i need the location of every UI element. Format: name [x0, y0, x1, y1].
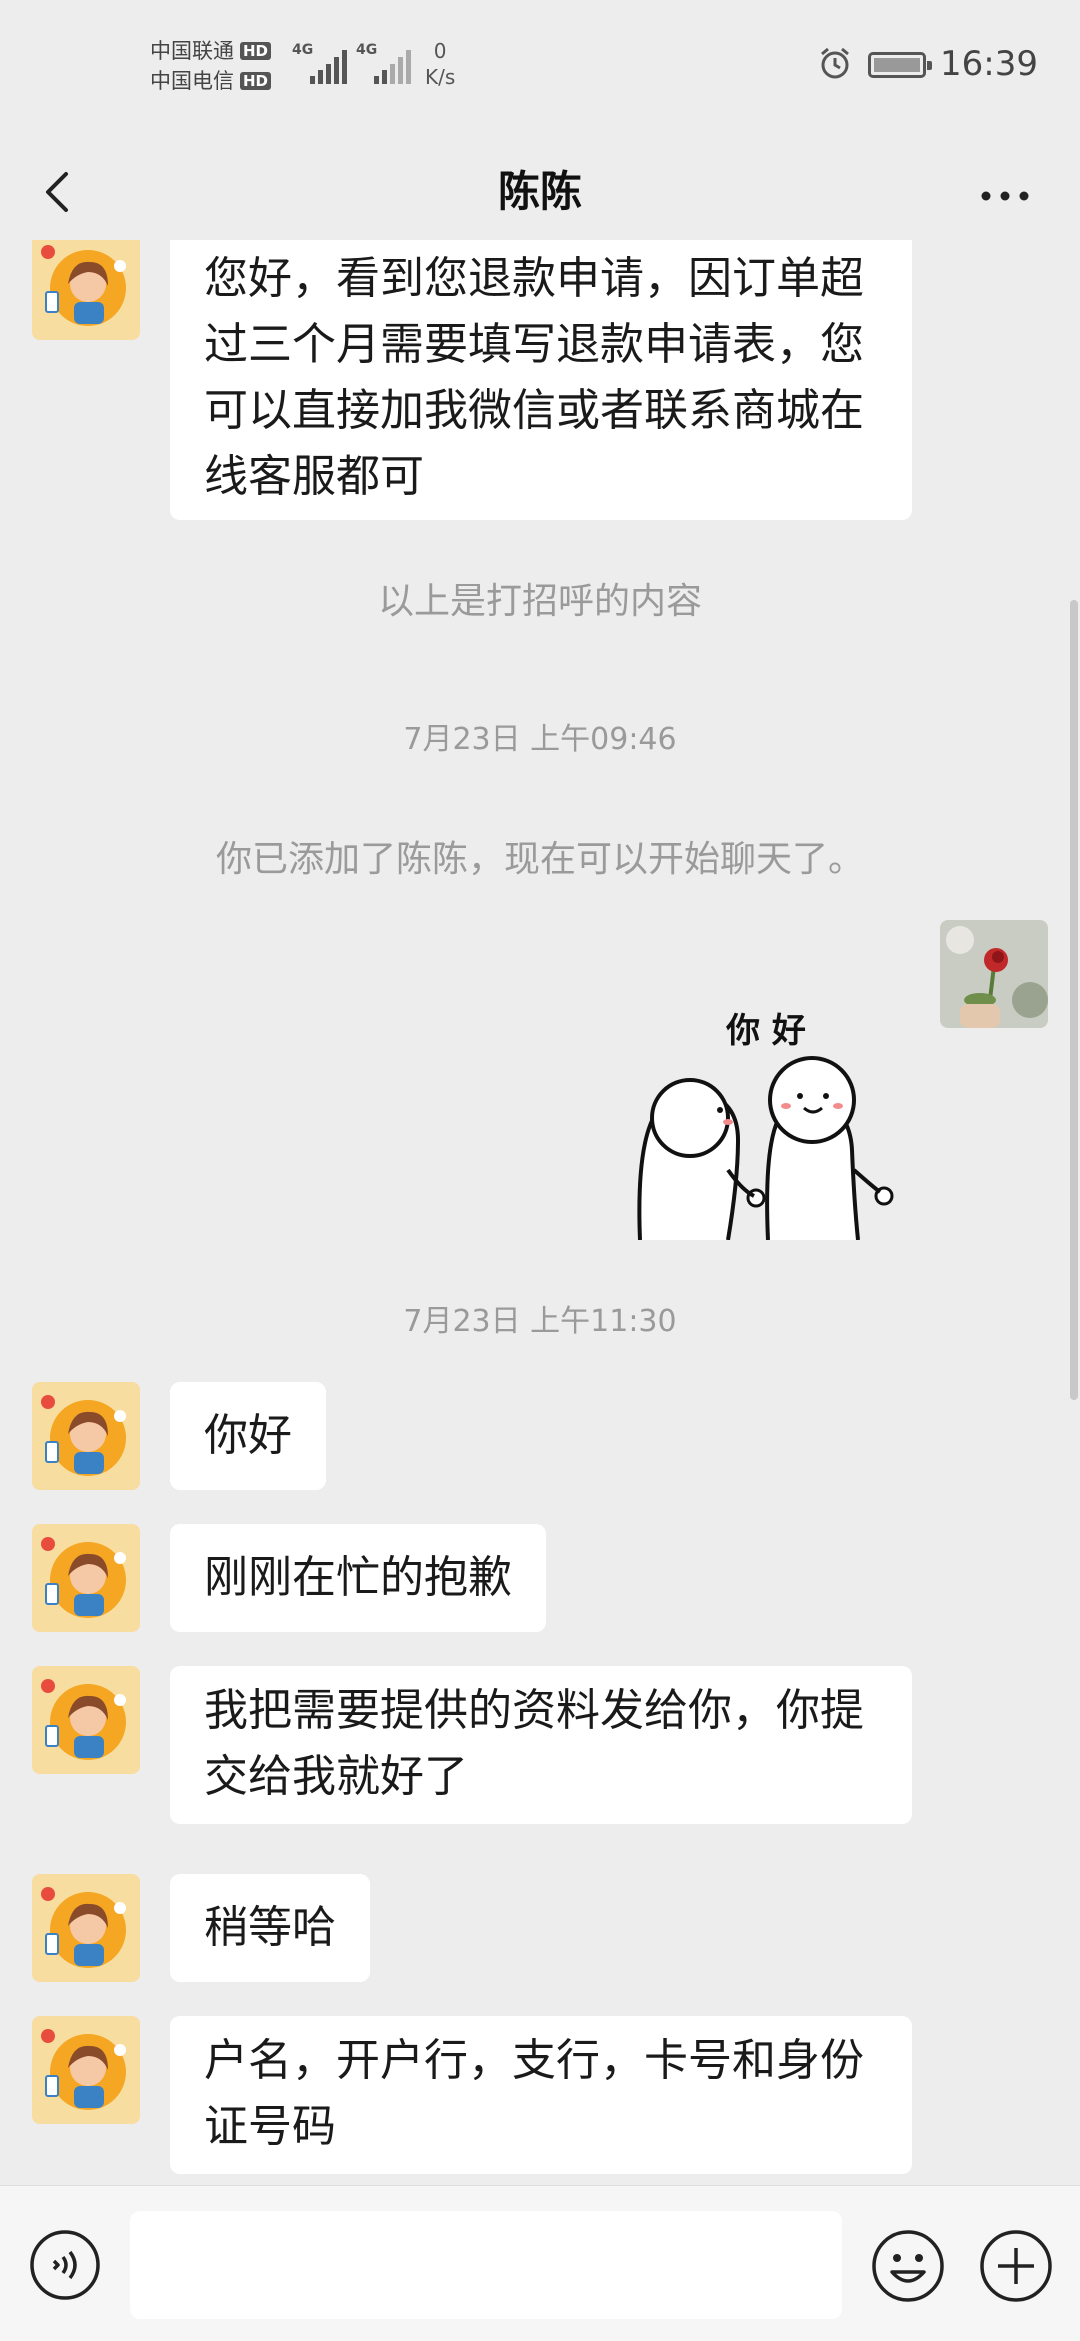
avatar-image [940, 920, 1048, 1028]
page-title: 陈陈 [497, 167, 582, 216]
avatar-image [32, 240, 140, 340]
scrollbar[interactable] [1070, 600, 1078, 1400]
sticker-text: 你 好 [725, 1011, 806, 1051]
avatar[interactable] [32, 1666, 140, 1774]
avatar[interactable] [32, 1524, 140, 1632]
message-bubble[interactable]: 稍等哈 [170, 1874, 370, 1982]
message-text: 您好，看到您退款申请，因订单超过三个月需要填写退款申请表，您可以直接加我微信或者… [204, 253, 864, 502]
net-speed-value: 0 [433, 39, 447, 63]
message-bubble[interactable]: 我把需要提供的资料发给你，你提交给我就好了 [170, 1666, 912, 1824]
avatar-image [32, 2016, 140, 2124]
carrier-1: 中国联通 [150, 39, 234, 63]
chat-area[interactable]: 您好，看到您退款申请，因订单超过三个月需要填写退款申请表，您可以直接加我微信或者… [0, 240, 1080, 2185]
message-bubble[interactable]: 刚刚在忙的抱歉 [170, 1524, 546, 1632]
message-bubble[interactable]: 户名，开户行，支行，卡号和身份证号码 [170, 2016, 912, 2174]
avatar-image [32, 1666, 140, 1774]
avatar-image [32, 1524, 140, 1632]
message-text: 我把需要提供的资料发给你，你提交给我就好了 [204, 1685, 864, 1802]
more-icon[interactable] [970, 162, 1040, 222]
hd-badge: HD [240, 72, 272, 90]
sticker-image[interactable]: 你 好 [628, 1000, 908, 1240]
message-text: 户名，开户行，支行，卡号和身份证号码 [204, 2035, 864, 2152]
system-note: 你已添加了陈陈，现在可以开始聊天了。 [215, 839, 864, 880]
voice-icon[interactable] [28, 2228, 102, 2302]
plus-icon[interactable] [978, 2228, 1054, 2304]
message-text: 你好 [204, 1410, 292, 1461]
net-speed: 0 K/s [425, 38, 455, 90]
avatar[interactable] [32, 2016, 140, 2124]
message-bubble[interactable]: 你好 [170, 1382, 326, 1490]
timestamp: 7月23日 上午11:30 [403, 1304, 677, 1339]
message-input[interactable] [130, 2211, 842, 2319]
input-bar [0, 2185, 1080, 2341]
avatar-image [32, 1382, 140, 1490]
avatar[interactable] [32, 240, 140, 340]
carrier-info: 中国联通 HD 中国电信 HD [150, 36, 272, 96]
message-text: 稍等哈 [204, 1902, 336, 1953]
carrier-2: 中国电信 [150, 69, 234, 93]
avatar[interactable] [32, 1874, 140, 1982]
emoji-icon[interactable] [870, 2228, 946, 2304]
status-bar: 中国联通 HD 中国电信 HD 4G 4G 0 K/s 16:39 [0, 0, 1080, 140]
battery-icon [868, 52, 932, 78]
message-text: 刚刚在忙的抱歉 [204, 1552, 512, 1603]
my-avatar[interactable] [940, 920, 1048, 1028]
hd-badge: HD [240, 42, 272, 60]
avatar[interactable] [32, 1382, 140, 1490]
clock: 16:39 [940, 44, 1038, 84]
avatar-image [32, 1874, 140, 1982]
net-speed-unit: K/s [425, 65, 456, 89]
timestamp: 7月23日 上午09:46 [403, 722, 677, 757]
system-note: 以上是打招呼的内容 [377, 581, 702, 622]
alarm-icon [821, 47, 849, 79]
chat-header: 陈陈 [0, 140, 1080, 240]
message-bubble[interactable]: 您好，看到您退款申请，因订单超过三个月需要填写退款申请表，您可以直接加我微信或者… [170, 240, 912, 520]
